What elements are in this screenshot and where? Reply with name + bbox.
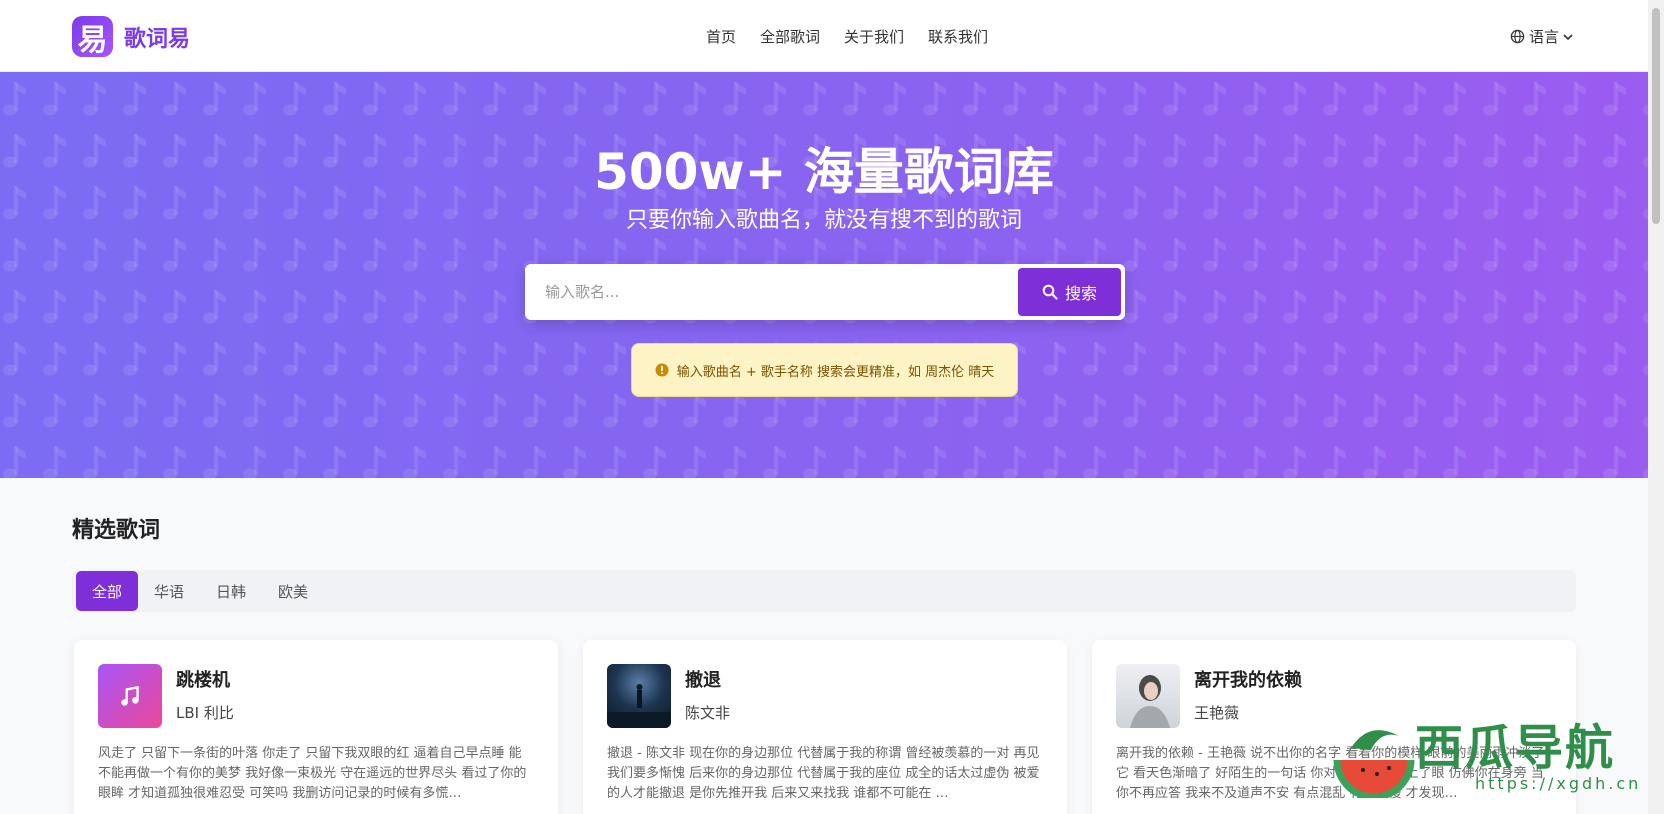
card-artist: 王艳薇: [1194, 704, 1240, 722]
search-button[interactable]: 搜索: [1018, 268, 1121, 316]
lyric-card[interactable]: 撤退 陈文非 撤退 - 陈文非 现在你的身边那位 代替属于我的称谓 曾经被羡慕的…: [583, 640, 1067, 814]
card-excerpt: 撤退 - 陈文非 现在你的身边那位 代替属于我的称谓 曾经被羡慕的一对 再见我们…: [607, 746, 1040, 801]
nav-about[interactable]: 关于我们: [844, 26, 904, 47]
music-note-icon: [98, 664, 162, 728]
chevron-down-icon: [1563, 33, 1573, 40]
site-logo[interactable]: 易 歌词易: [72, 16, 191, 58]
search-input[interactable]: [525, 264, 1018, 320]
tab-all[interactable]: 全部: [76, 571, 139, 611]
search-icon: [1042, 284, 1058, 300]
search-button-label: 搜索: [1064, 284, 1097, 303]
language-selector[interactable]: 语言: [1510, 26, 1578, 47]
tab-western[interactable]: 欧美: [262, 571, 324, 611]
nav-all-lyrics[interactable]: 全部歌词: [760, 26, 820, 47]
tab-chinese[interactable]: 华语: [138, 571, 200, 611]
card-artist: 陈文非: [685, 704, 731, 722]
card-excerpt: 风走了 只留下一条街的叶落 你走了 只留下我双眼的红 逼着自己早点睡 能不能再做…: [98, 746, 527, 801]
search-tip-text: 输入歌曲名 + 歌手名称 搜索会更精准，如 周杰伦 晴天: [676, 364, 995, 380]
scrollbar-thumb[interactable]: [1652, 8, 1660, 224]
hero-subtitle: 只要你输入歌曲名，就没有搜不到的歌词: [625, 208, 1022, 233]
watermelon-logo-icon: [1333, 730, 1415, 798]
category-tabs: 全部 华语 日韩 欧美: [72, 570, 1576, 612]
card-title: 离开我的依赖: [1194, 670, 1302, 691]
hero-title: 500w+ 海量歌词库: [594, 143, 1054, 201]
watermark-text: 西瓜导航: [1415, 720, 1616, 776]
hero-banner: 500w+ 海量歌词库 只要你输入歌曲名，就没有搜不到的歌词 搜索 输入歌曲名 …: [0, 72, 1648, 478]
main-nav: 首页 全部歌词 关于我们 联系我们: [706, 26, 988, 47]
card-title: 跳楼机: [176, 670, 230, 691]
search-tip: 输入歌曲名 + 歌手名称 搜索会更精准，如 周杰伦 晴天: [631, 343, 1018, 397]
nav-home[interactable]: 首页: [706, 26, 736, 47]
watermark-url: https://xgdh.cn: [1475, 774, 1642, 793]
info-icon: [655, 363, 669, 377]
album-cover: [1116, 664, 1180, 728]
language-label: 语言: [1529, 28, 1560, 46]
nav-contact[interactable]: 联系我们: [928, 26, 988, 47]
watermark: 西瓜导航 https://xgdh.cn: [1325, 700, 1645, 800]
card-title: 撤退: [685, 670, 721, 691]
lyric-card[interactable]: 跳楼机 LBI 利比 风走了 只留下一条街的叶落 你走了 只留下我双眼的红 逼着…: [74, 640, 558, 814]
search-box: 搜索: [525, 264, 1125, 320]
logo-badge: 易: [72, 16, 113, 58]
site-header: 易 歌词易 首页 全部歌词 关于我们 联系我们 语言: [0, 0, 1648, 72]
album-cover: [607, 664, 671, 728]
card-artist: LBI 利比: [176, 704, 234, 722]
tab-japanese-korean[interactable]: 日韩: [200, 571, 262, 611]
logo-text: 歌词易: [124, 26, 191, 52]
globe-icon: [1510, 29, 1525, 44]
page-scrollbar[interactable]: [1648, 0, 1664, 814]
featured-title: 精选歌词: [72, 518, 161, 543]
